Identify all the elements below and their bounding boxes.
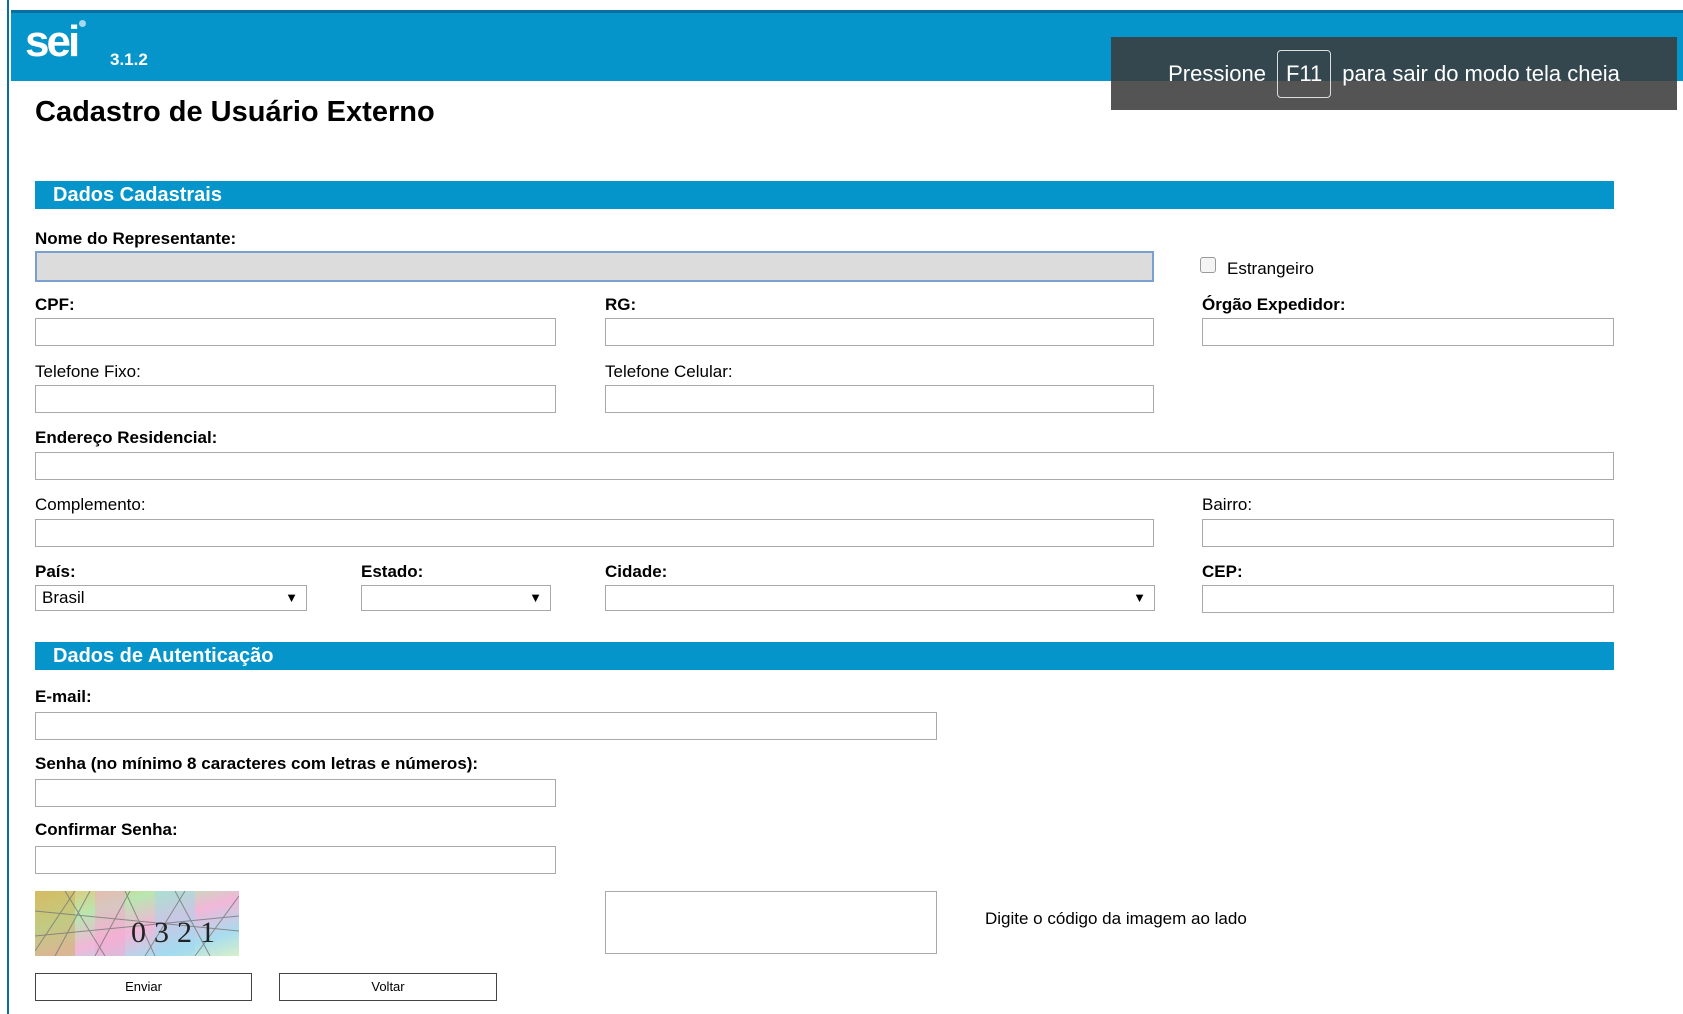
cidade-label: Cidade: [605, 562, 668, 581]
window-frame-left [0, 0, 9, 1014]
telefone-celular-label: Telefone Celular: [605, 362, 733, 381]
pais-select-value: Brasil [42, 588, 85, 607]
email-label: E-mail: [35, 687, 92, 706]
section-dados-autenticacao: Dados de Autenticação [35, 642, 1614, 670]
nome-label: Nome do Representante: [35, 229, 237, 248]
pais-label: País: [35, 562, 76, 581]
captcha-code: 0321 [131, 916, 223, 949]
cpf-input[interactable] [35, 318, 556, 346]
estado-select[interactable]: ▼ [361, 585, 551, 611]
app-version: 3.1.2 [110, 50, 148, 69]
estado-label: Estado: [361, 562, 424, 581]
cidade-select[interactable]: ▼ [605, 585, 1155, 611]
cep-input[interactable] [1202, 585, 1614, 613]
bairro-label: Bairro: [1202, 495, 1253, 514]
f11-key: F11 [1276, 49, 1332, 98]
senha-input[interactable] [35, 779, 556, 807]
fullscreen-notice-before: Pressione [1168, 60, 1266, 86]
senha-label: Senha (no mínimo 8 caracteres com letras… [35, 754, 479, 773]
complemento-label: Complemento: [35, 495, 146, 514]
rg-input[interactable] [605, 318, 1154, 346]
email-input[interactable] [35, 712, 937, 740]
cep-label: CEP: [1202, 562, 1243, 581]
bairro-input[interactable] [1202, 519, 1614, 547]
confirmar-senha-label: Confirmar Senha: [35, 820, 178, 839]
pais-select[interactable]: Brasil ▼ [35, 585, 307, 611]
section-dados-cadastrais: Dados Cadastrais [35, 181, 1614, 209]
confirmar-senha-input[interactable] [35, 846, 556, 874]
dropdown-arrow-icon: ▼ [285, 590, 298, 605]
fullscreen-notice: Pressione F11 para sair do modo tela che… [1111, 37, 1677, 110]
complemento-input[interactable] [35, 519, 1154, 547]
captcha-input[interactable] [605, 891, 937, 954]
page-title: Cadastro de Usuário Externo [35, 96, 435, 128]
captcha-hint: Digite o código da imagem ao lado [985, 909, 1247, 928]
sei-logo: sei [25, 20, 87, 64]
nome-representante-input [35, 251, 1154, 282]
cpf-label: CPF: [35, 295, 75, 314]
telefone-fixo-input[interactable] [35, 385, 556, 413]
telefone-fixo-label: Telefone Fixo: [35, 362, 141, 381]
rg-label: RG: [605, 295, 637, 314]
orgao-expedidor-label: Órgão Expedidor: [1202, 295, 1346, 314]
orgao-expedidor-input[interactable] [1202, 318, 1614, 346]
endereco-label: Endereço Residencial: [35, 428, 218, 447]
enviar-button[interactable]: Enviar [35, 973, 252, 1001]
estrangeiro-label: Estrangeiro [1227, 259, 1314, 278]
voltar-button[interactable]: Voltar [279, 973, 497, 1001]
estrangeiro-checkbox[interactable] [1200, 257, 1216, 273]
dropdown-arrow-icon: ▼ [529, 590, 542, 605]
telefone-celular-input[interactable] [605, 385, 1154, 413]
captcha-image: 0321 [35, 891, 239, 956]
dropdown-arrow-icon: ▼ [1133, 590, 1146, 605]
fullscreen-notice-after: para sair do modo tela cheia [1342, 60, 1620, 86]
endereco-input[interactable] [35, 452, 1614, 480]
